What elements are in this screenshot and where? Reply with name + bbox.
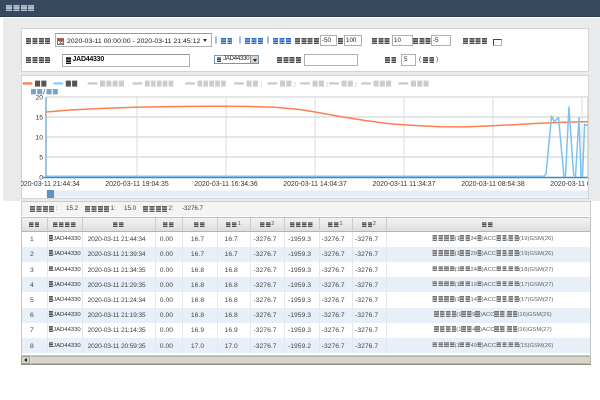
svg-text:1: 1 [326,82,330,88]
svg-text:2020-03-11 21:44:34: 2020-03-11 21:44:34 [21,181,80,188]
svg-text:2020-03-11 08:54:38: 2020-03-11 08:54:38 [461,181,525,188]
svg-text:10: 10 [35,134,43,141]
svg-text:2020-03-11 16:34:36: 2020-03-11 16:34:36 [194,181,258,188]
svg-text:1: 1 [260,82,264,88]
svg-text:15: 15 [35,114,43,121]
svg-text:2020-03-11 19:04:35: 2020-03-11 19:04:35 [105,181,169,188]
svg-text:2: 2 [355,82,359,88]
svg-text:2020-03-11 14:04:37: 2020-03-11 14:04:37 [283,181,347,188]
svg-text:2020-03-11 11:34:37: 2020-03-11 11:34:37 [373,181,436,188]
svg-text:5: 5 [39,154,43,161]
svg-text:2020-03-11 06:24:39: 2020-03-11 06:24:39 [550,181,588,188]
svg-text:2: 2 [293,82,297,88]
svg-text:20: 20 [35,94,43,101]
